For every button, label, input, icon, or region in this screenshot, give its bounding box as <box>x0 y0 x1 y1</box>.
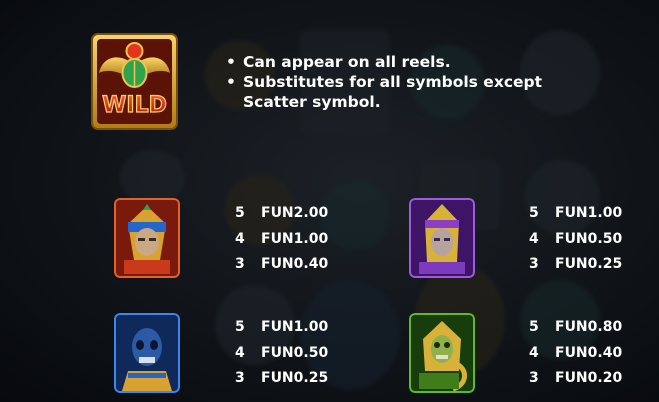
pay-amount: FUN1.00 <box>261 319 329 335</box>
pay-count: 4 <box>529 344 539 361</box>
pay-amount: FUN2.00 <box>261 205 329 221</box>
wild-rule-item: Substitutes for all symbols except Scatt… <box>226 72 606 112</box>
pay-amount: FUN0.40 <box>261 256 329 272</box>
wild-info-panel: WILD Can appear on all reels. Substitute… <box>0 0 659 402</box>
pay-count: 3 <box>529 256 539 272</box>
pay-amount: FUN0.25 <box>261 370 329 386</box>
pay-amount: FUN0.50 <box>555 230 623 247</box>
pay-count: 5 <box>529 319 539 335</box>
paytable-mummy-blue: 5 FUN1.00 4 FUN0.50 3 FUN0.25 <box>235 315 328 392</box>
pay-count: 3 <box>529 370 539 386</box>
pay-count: 4 <box>235 344 245 361</box>
wild-rule-item: Can appear on all reels. <box>226 52 606 72</box>
wild-symbol: WILD <box>91 33 178 130</box>
pay-count: 5 <box>235 319 245 335</box>
pay-count: 4 <box>235 230 245 247</box>
pay-count: 3 <box>235 370 245 386</box>
scarab-wild-icon: WILD <box>91 33 178 130</box>
pay-count: 4 <box>529 230 539 247</box>
pay-amount: FUN0.20 <box>555 370 623 386</box>
pay-count: 3 <box>235 256 245 272</box>
pharaoh-icon <box>114 198 180 278</box>
cobra-mummy-icon <box>409 313 475 393</box>
pay-count: 5 <box>529 205 539 221</box>
pay-amount: FUN0.25 <box>555 256 623 272</box>
pharaoh-purple-symbol <box>409 198 475 278</box>
paytable-cobra-green: 5 FUN0.80 4 FUN0.40 3 FUN0.20 <box>529 315 622 392</box>
wild-rules-list: Can appear on all reels. Substitutes for… <box>226 52 606 112</box>
wild-logo-text: WILD <box>102 93 167 118</box>
pay-amount: FUN1.00 <box>555 205 623 221</box>
pay-count: 5 <box>235 205 245 221</box>
paytable-pharaoh-purple: 5 FUN1.00 4 FUN0.50 3 FUN0.25 <box>529 201 622 278</box>
purple-pharaoh-icon <box>409 198 475 278</box>
cobra-green-symbol <box>409 313 475 393</box>
pay-amount: FUN0.80 <box>555 319 623 335</box>
paytable-pharaoh-red: 5 FUN2.00 4 FUN1.00 3 FUN0.40 <box>235 201 328 278</box>
pay-amount: FUN1.00 <box>261 230 329 247</box>
mummy-blue-symbol <box>114 313 180 393</box>
pay-amount: FUN0.50 <box>261 344 329 361</box>
pharaoh-red-symbol <box>114 198 180 278</box>
mummy-icon <box>114 313 180 393</box>
pay-amount: FUN0.40 <box>555 344 623 361</box>
